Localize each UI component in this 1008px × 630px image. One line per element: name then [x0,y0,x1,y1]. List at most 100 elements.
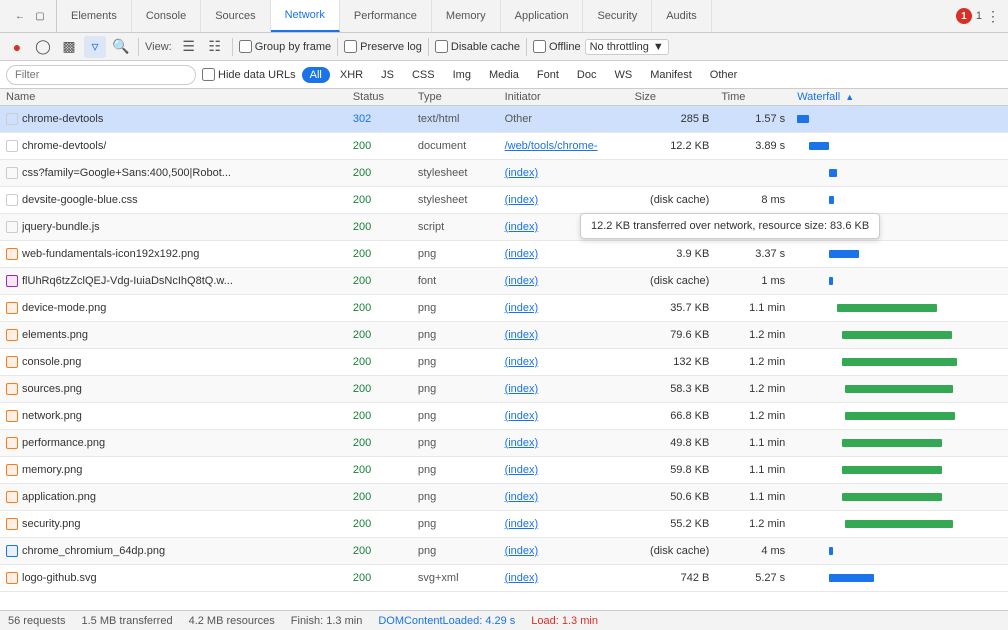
initiator-value[interactable]: (index) [505,464,539,476]
table-row[interactable]: memory.png 200 png (index) 59.8 KB 1.1 m… [0,457,1008,484]
cell-waterfall [791,268,1008,295]
col-name[interactable]: Name [0,89,347,106]
table-row[interactable]: chrome-devtools/ 200 document /web/tools… [0,133,1008,160]
initiator-value[interactable]: (index) [505,275,539,287]
error-count-label: 1 [976,10,982,22]
preserve-log-checkbox[interactable] [344,40,357,53]
col-time[interactable]: Time [715,89,791,106]
waterfall-bar [829,250,859,258]
type-btn-css[interactable]: CSS [404,67,443,83]
network-table-container[interactable]: Name Status Type Initiator Size Time Wat… [0,89,1008,630]
cell-name: logo-github.svg [0,565,347,592]
type-btn-media[interactable]: Media [481,67,527,83]
record-btn[interactable]: ● [6,36,28,58]
table-row[interactable]: logo-github.svg 200 svg+xml (index) 742 … [0,565,1008,592]
offline-checkbox[interactable] [533,40,546,53]
tab-elements[interactable]: Elements [57,0,132,32]
col-waterfall[interactable]: Waterfall ▲ [791,89,1008,106]
table-row[interactable]: console.png 200 png (index) 132 KB 1.2 m… [0,349,1008,376]
col-size[interactable]: Size [629,89,716,106]
cell-size: 3.9 KB [629,241,716,268]
initiator-value[interactable]: /web/tools/chrome- [505,140,598,152]
tab-application[interactable]: Application [501,0,584,32]
tab-audits[interactable]: Audits [652,0,712,32]
hide-data-urls-checkbox[interactable] [202,68,215,81]
initiator-value[interactable]: (index) [505,572,539,584]
table-row[interactable]: network.png 200 png (index) 66.8 KB 1.2 … [0,403,1008,430]
tab-performance[interactable]: Performance [340,0,432,32]
view-list-btn[interactable]: ☰ [178,36,200,58]
view-grid-btn[interactable]: ☷ [204,36,226,58]
filter-input[interactable] [6,65,196,85]
table-row[interactable]: css?family=Google+Sans:400,500|Robot... … [0,160,1008,187]
type-btn-manifest[interactable]: Manifest [642,67,700,83]
initiator-value[interactable]: (index) [505,491,539,503]
more-icon[interactable]: ⋮ [986,8,1000,25]
type-btn-ws[interactable]: WS [606,67,640,83]
hide-data-urls-label[interactable]: Hide data URLs [202,68,296,81]
filter-btn[interactable]: ▿ [84,36,106,58]
initiator-value[interactable]: (index) [505,302,539,314]
initiator-value[interactable]: (index) [505,356,539,368]
row-type-icon [6,464,18,476]
type-btn-font[interactable]: Font [529,67,567,83]
type-btn-js[interactable]: JS [373,67,402,83]
disable-cache-checkbox[interactable] [435,40,448,53]
tab-console[interactable]: Console [132,0,201,32]
table-row[interactable]: chrome_chromium_64dp.png 200 png (index)… [0,538,1008,565]
initiator-value[interactable]: (index) [505,167,539,179]
table-row[interactable]: device-mode.png 200 png (index) 35.7 KB … [0,295,1008,322]
cell-type: png [412,322,499,349]
initiator-value[interactable]: (index) [505,410,539,422]
type-btn-doc[interactable]: Doc [569,67,605,83]
cell-size: (disk cache) [629,538,716,565]
preserve-log-label[interactable]: Preserve log [344,40,422,53]
type-btn-all[interactable]: All [302,67,330,83]
throttle-select[interactable]: No throttling ▼ [585,39,669,55]
col-initiator[interactable]: Initiator [499,89,629,106]
waterfall-bar [842,358,957,366]
disable-cache-label[interactable]: Disable cache [435,40,520,53]
tab-network[interactable]: Network [271,0,340,32]
tab-sources[interactable]: Sources [201,0,270,32]
offline-label[interactable]: Offline [533,40,581,53]
waterfall-bar [829,547,833,555]
table-row[interactable]: web-fundamentals-icon192x192.png 200 png… [0,241,1008,268]
table-row[interactable]: performance.png 200 png (index) 49.8 KB … [0,430,1008,457]
table-row[interactable]: elements.png 200 png (index) 79.6 KB 1.2… [0,322,1008,349]
initiator-value[interactable]: (index) [505,518,539,530]
initiator-value[interactable]: (index) [505,248,539,260]
type-btn-other[interactable]: Other [702,67,746,83]
table-row[interactable]: devsite-google-blue.css 200 stylesheet (… [0,187,1008,214]
type-btn-img[interactable]: Img [445,67,479,83]
camera-btn[interactable]: ▩ [58,36,80,58]
back-icon[interactable]: ← [12,8,28,24]
row-name: jquery-bundle.js [22,221,100,233]
initiator-value[interactable]: (index) [505,329,539,341]
table-row[interactable]: chrome-devtools 302 text/html Other 285 … [0,106,1008,133]
initiator-value[interactable]: (index) [505,221,539,233]
initiator-value[interactable]: (index) [505,437,539,449]
tab-memory[interactable]: Memory [432,0,501,32]
search-btn[interactable]: 🔍 [110,36,132,58]
initiator-value[interactable]: (index) [505,383,539,395]
cell-type: stylesheet [412,187,499,214]
group-by-frame-checkbox[interactable] [239,40,252,53]
cell-status: 200 [347,538,412,565]
table-row[interactable]: application.png 200 png (index) 50.6 KB … [0,484,1008,511]
table-row[interactable]: security.png 200 png (index) 55.2 KB 1.2… [0,511,1008,538]
initiator-value[interactable]: (index) [505,194,539,206]
type-btn-xhr[interactable]: XHR [332,67,371,83]
col-type[interactable]: Type [412,89,499,106]
table-row[interactable]: flUhRq6tzZclQEJ-Vdg-IuiaDsNcIhQ8tQ.w... … [0,268,1008,295]
cell-status: 200 [347,349,412,376]
cell-initiator: (index) [499,295,629,322]
dock-icon[interactable]: ▢ [32,8,48,24]
col-status[interactable]: Status [347,89,412,106]
cell-time: 1.2 min [715,376,791,403]
table-row[interactable]: sources.png 200 png (index) 58.3 KB 1.2 … [0,376,1008,403]
tab-security[interactable]: Security [583,0,652,32]
group-by-frame-label[interactable]: Group by frame [239,40,331,53]
initiator-value[interactable]: (index) [505,545,539,557]
clear-btn[interactable]: ◯ [32,36,54,58]
